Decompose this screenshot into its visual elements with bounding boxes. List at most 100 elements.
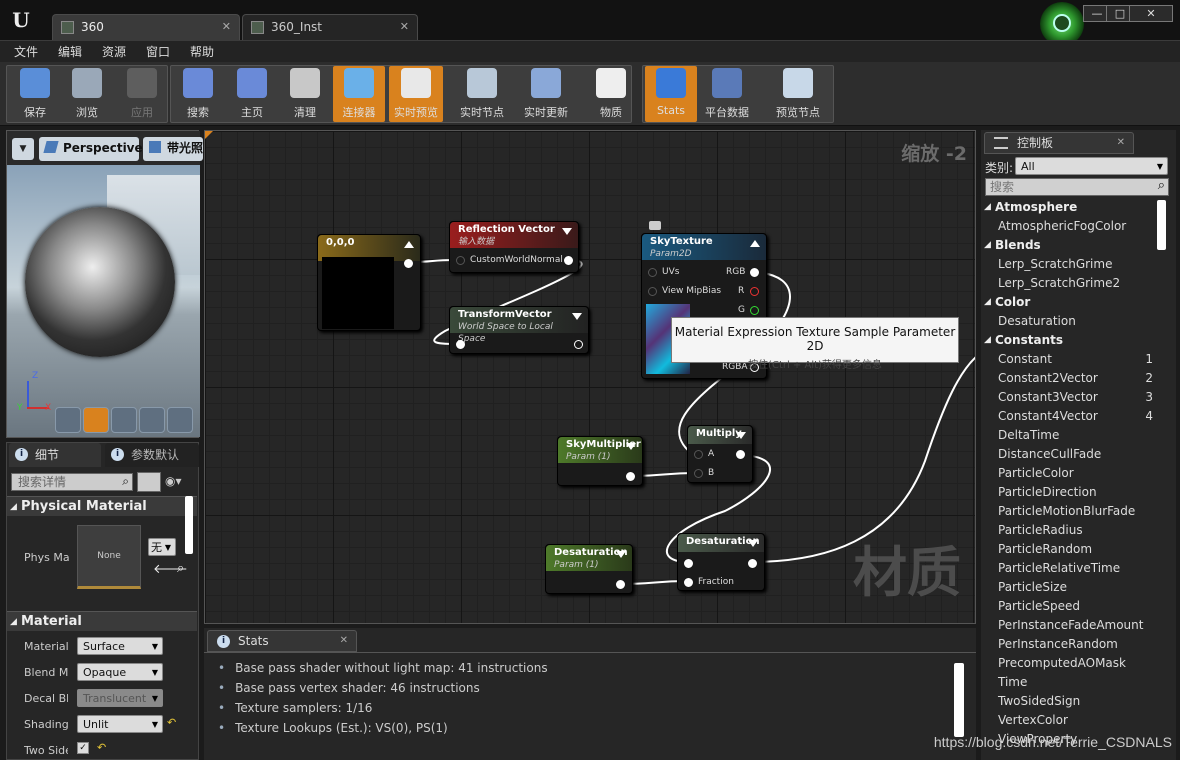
palette-item[interactable]: Time bbox=[981, 673, 1161, 692]
cylinder-icon[interactable] bbox=[55, 407, 81, 433]
output-pin[interactable] bbox=[750, 287, 759, 296]
input-pin[interactable] bbox=[684, 559, 693, 568]
reset-default-icon[interactable]: ↶ bbox=[167, 716, 176, 729]
close-tab-icon[interactable]: ✕ bbox=[340, 631, 348, 651]
output-pin[interactable] bbox=[736, 450, 745, 459]
node-transform-vector[interactable]: TransformVector World Space to Local Spac… bbox=[449, 306, 589, 354]
toolbar-button-6[interactable]: 连接器 bbox=[333, 66, 385, 122]
palette-item[interactable]: PrecomputedAOMask bbox=[981, 654, 1161, 673]
palette-category[interactable]: ◢ Constants bbox=[981, 331, 1161, 350]
palette-item[interactable]: TwoSidedSign bbox=[981, 692, 1161, 711]
menu-asset[interactable]: 资源 bbox=[94, 41, 134, 63]
node-desaturation-param[interactable]: Desaturation Param (1) bbox=[545, 544, 633, 594]
viewport-options-button[interactable]: ▼ bbox=[12, 138, 34, 160]
output-pin[interactable] bbox=[750, 268, 759, 277]
physical-material-category[interactable]: ◢ Physical Material bbox=[7, 496, 197, 516]
browse-search-icon[interactable]: ⌕ bbox=[177, 561, 184, 576]
collapse-node-icon[interactable] bbox=[750, 240, 760, 247]
toolbar-button-1[interactable]: 浏览 bbox=[61, 66, 113, 122]
lit-mode-button[interactable]: 带光照 bbox=[143, 137, 203, 161]
palette-search-input[interactable]: 搜索 ⌕ bbox=[985, 178, 1169, 196]
palette-item[interactable]: Desaturation bbox=[981, 312, 1161, 331]
palette-item[interactable]: Lerp_ScratchGrime bbox=[981, 255, 1161, 274]
palette-item[interactable]: ParticleRelativeTime bbox=[981, 559, 1161, 578]
palette-item[interactable]: ParticleColor bbox=[981, 464, 1161, 483]
input-pin[interactable] bbox=[648, 287, 657, 296]
details-scrollbar[interactable] bbox=[185, 496, 193, 554]
palette-item[interactable]: VertexColor bbox=[981, 711, 1161, 730]
phys-material-combo[interactable]: 无 bbox=[148, 538, 176, 557]
palette-item[interactable]: PerInstanceRandom bbox=[981, 635, 1161, 654]
output-pin[interactable] bbox=[626, 472, 635, 481]
output-pin[interactable] bbox=[564, 256, 573, 265]
palette-scrollbar[interactable] bbox=[1157, 200, 1166, 250]
output-pin[interactable] bbox=[750, 306, 759, 315]
toolbar-button-5[interactable]: 清理 bbox=[279, 66, 331, 122]
sphere-icon[interactable] bbox=[83, 407, 109, 433]
palette-item[interactable]: ParticleRandom bbox=[981, 540, 1161, 559]
collapse-node-icon[interactable] bbox=[572, 313, 582, 320]
toolbar-button-4[interactable]: 主页 bbox=[226, 66, 278, 122]
node-constant3vector[interactable]: 0,0,0 bbox=[317, 234, 421, 331]
two-sided-checkbox[interactable]: ✓ bbox=[77, 742, 89, 754]
phys-material-thumbnail[interactable]: None bbox=[77, 525, 141, 589]
palette-item[interactable]: Constant4Vector 4 bbox=[981, 407, 1161, 426]
material-category[interactable]: ◢ Material bbox=[7, 611, 197, 631]
toolbar-button-9[interactable]: 实时更新 bbox=[520, 66, 572, 122]
menu-help[interactable]: 帮助 bbox=[182, 41, 222, 63]
output-pin[interactable] bbox=[574, 340, 583, 349]
collapse-node-icon[interactable] bbox=[562, 228, 572, 235]
toolbar-button-11[interactable]: Stats bbox=[645, 66, 697, 122]
close-window-button[interactable]: ✕ bbox=[1129, 5, 1173, 22]
collapse-node-icon[interactable] bbox=[748, 540, 758, 547]
shading-model-combo[interactable]: Unlit bbox=[77, 715, 163, 734]
output-pin[interactable] bbox=[616, 580, 625, 589]
palette-category[interactable]: ◢ Color bbox=[981, 293, 1161, 312]
input-pin[interactable] bbox=[684, 578, 693, 587]
reset-default-icon[interactable]: ↶ bbox=[97, 741, 106, 754]
tab-stats[interactable]: i Stats ✕ bbox=[207, 630, 357, 652]
tab-palette[interactable]: 控制板 ✕ bbox=[984, 132, 1134, 154]
blend-mode-combo[interactable]: Opaque bbox=[77, 663, 163, 682]
palette-item[interactable]: ParticleRadius bbox=[981, 521, 1161, 540]
cube-icon[interactable] bbox=[139, 407, 165, 433]
close-tab-icon[interactable]: ✕ bbox=[400, 15, 409, 39]
close-tab-icon[interactable]: ✕ bbox=[1117, 133, 1125, 153]
palette-item[interactable]: Constant 1 bbox=[981, 350, 1161, 369]
palette-item[interactable]: Constant3Vector 3 bbox=[981, 388, 1161, 407]
output-pin[interactable] bbox=[748, 559, 757, 568]
input-pin[interactable] bbox=[456, 340, 465, 349]
toolbar-button-10[interactable]: 物质 bbox=[585, 66, 637, 122]
node-sky-multiplier[interactable]: SkyMultiplier Param (1) bbox=[557, 436, 643, 486]
menu-window[interactable]: 窗口 bbox=[138, 41, 178, 63]
material-domain-combo[interactable]: Surface bbox=[77, 637, 163, 656]
details-search-input[interactable]: 搜索详情 ⌕ bbox=[11, 473, 133, 491]
visibility-eye-icon[interactable]: ◉▾ bbox=[165, 474, 195, 490]
node-multiply[interactable]: Multiply A B bbox=[687, 425, 753, 483]
perspective-button[interactable]: Perspective bbox=[39, 137, 143, 161]
collapse-node-icon[interactable] bbox=[616, 551, 626, 558]
palette-item[interactable]: ParticleMotionBlurFade bbox=[981, 502, 1161, 521]
comment-bubble-icon[interactable] bbox=[649, 221, 661, 230]
unreal-logo-icon[interactable]: U bbox=[4, 4, 38, 36]
material-graph[interactable]: 缩放 -2 材质 0,0,0 Reflection Vector 输入数据 Cus… bbox=[204, 130, 976, 624]
input-pin[interactable] bbox=[694, 469, 703, 478]
toolbar-button-8[interactable]: 实时节点 bbox=[456, 66, 508, 122]
menu-edit[interactable]: 编辑 bbox=[50, 41, 90, 63]
menu-file[interactable]: 文件 bbox=[6, 41, 46, 63]
input-pin[interactable] bbox=[648, 268, 657, 277]
preview-viewport[interactable]: ▼ Perspective 带光照 Z Y X bbox=[6, 130, 203, 438]
teapot-icon[interactable] bbox=[167, 407, 193, 433]
palette-item[interactable]: Constant2Vector 2 bbox=[981, 369, 1161, 388]
output-pin[interactable] bbox=[404, 259, 413, 268]
tab-parameter-defaults[interactable]: i 参数默认 bbox=[105, 443, 199, 467]
view-options-grid-icon[interactable] bbox=[137, 472, 161, 492]
input-pin[interactable] bbox=[456, 256, 465, 265]
palette-item[interactable]: ParticleSpeed bbox=[981, 597, 1161, 616]
input-pin[interactable] bbox=[694, 450, 703, 459]
tab-details[interactable]: i 细节 bbox=[9, 443, 101, 467]
collapse-node-icon[interactable] bbox=[736, 432, 746, 439]
toolbar-button-0[interactable]: 保存 bbox=[9, 66, 61, 122]
doc-tab-360-inst[interactable]: 360_Inst ✕ bbox=[242, 14, 418, 40]
plane-icon[interactable] bbox=[111, 407, 137, 433]
